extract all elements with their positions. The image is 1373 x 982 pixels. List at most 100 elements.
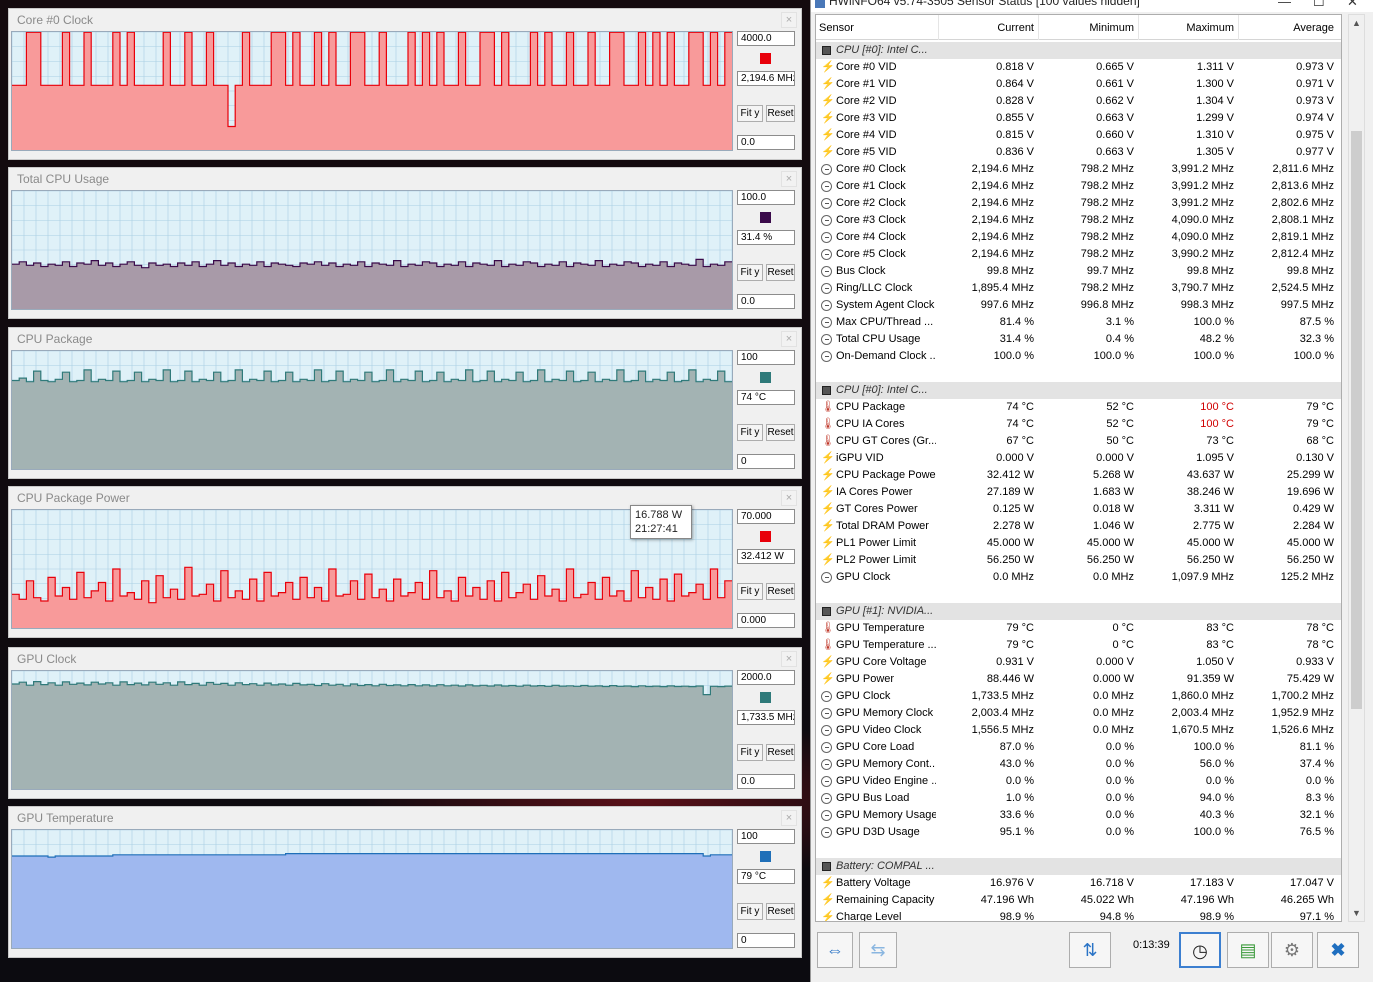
graph-window[interactable]: Total CPU Usage × 100.0 31.4 % Fit y Reset 0.0	[8, 167, 802, 319]
table-row[interactable]: Ring/LLC Clock 1,895.4 MHz 798.2 MHz 3,790.…	[816, 280, 1341, 297]
vertical-scrollbar[interactable]: ▲ ▼	[1348, 14, 1365, 922]
sensor-group-header[interactable]: CPU [#0]: Intel C...	[816, 382, 1341, 399]
graph-max-input[interactable]: 4000.0	[737, 31, 795, 46]
graph-max-input[interactable]: 2000.0	[737, 670, 795, 685]
graph-close-icon[interactable]: ×	[781, 810, 797, 826]
series-color-swatch[interactable]	[760, 372, 771, 383]
graph-min-input[interactable]: 0.0	[737, 294, 795, 309]
series-color-swatch[interactable]	[760, 531, 771, 542]
table-row[interactable]: ⚡ Charge Level 98.9 % 94.8 % 98.9 % 97.1 %	[816, 909, 1341, 921]
series-color-swatch[interactable]	[760, 53, 771, 64]
table-row[interactable]: System Agent Clock 997.6 MHz 996.8 MHz 998.…	[816, 297, 1341, 314]
expand-columns-button[interactable]: ⇔	[817, 932, 853, 968]
table-row[interactable]: Max CPU/Thread ... 81.4 % 3.1 % 100.0 % 87.5…	[816, 314, 1341, 331]
table-row[interactable]: ⚡ Core #4 VID 0.815 V 0.660 V 1.310 V 0.975 V	[816, 127, 1341, 144]
fit-y-button[interactable]: Fit y	[737, 583, 763, 600]
table-row[interactable]: GPU Bus Load 1.0 % 0.0 % 94.0 % 8.3 %	[816, 790, 1341, 807]
table-row[interactable]: Core #1 Clock 2,194.6 MHz 798.2 MHz 3,991.2…	[816, 178, 1341, 195]
table-row[interactable]: 🌡 CPU Package 74 °C 52 °C 100 °C 79 °C	[816, 399, 1341, 416]
table-row[interactable]: Bus Clock 99.8 MHz 99.7 MHz 99.8 MHz 99.8 MH…	[816, 263, 1341, 280]
table-row[interactable]: GPU D3D Usage 95.1 % 0.0 % 100.0 % 76.5 %	[816, 824, 1341, 841]
scroll-down-icon[interactable]: ▼	[1349, 905, 1364, 921]
table-row[interactable]: Total CPU Usage 31.4 % 0.4 % 48.2 % 32.3 %	[816, 331, 1341, 348]
table-row[interactable]: 🌡 GPU Temperature ... 79 °C 0 °C 83 °C 78 °C	[816, 637, 1341, 654]
graph-max-input[interactable]: 100	[737, 829, 795, 844]
settings-button[interactable]: ⚙	[1271, 932, 1313, 968]
table-row[interactable]: ⚡ GT Cores Power 0.125 W 0.018 W 3.311 W 0.42…	[816, 501, 1341, 518]
fit-y-button[interactable]: Fit y	[737, 424, 763, 441]
sensor-group-header[interactable]: GPU [#1]: NVIDIA...	[816, 603, 1341, 620]
reset-button[interactable]: Reset	[766, 264, 795, 281]
table-row[interactable]: 🌡 GPU Temperature 79 °C 0 °C 83 °C 78 °C	[816, 620, 1341, 637]
graph-close-icon[interactable]: ×	[781, 331, 797, 347]
graph-window[interactable]: Core #0 Clock × 4000.0 2,194.6 MHz Fit y Rese…	[8, 8, 802, 160]
table-row[interactable]: 🌡 CPU GT Cores (Gr... 67 °C 50 °C 73 °C 68 °C	[816, 433, 1341, 450]
table-row[interactable]: ⚡ Total DRAM Power 2.278 W 1.046 W 2.775 W 2.…	[816, 518, 1341, 535]
table-row[interactable]: Core #0 Clock 2,194.6 MHz 798.2 MHz 3,991.2…	[816, 161, 1341, 178]
table-row[interactable]: GPU Clock 1,733.5 MHz 0.0 MHz 1,860.0 MHz 1,…	[816, 688, 1341, 705]
series-color-swatch[interactable]	[760, 212, 771, 223]
table-row[interactable]: ⚡ Core #3 VID 0.855 V 0.663 V 1.299 V 0.974 V	[816, 110, 1341, 127]
table-row[interactable]: GPU Memory Clock 2,003.4 MHz 0.0 MHz 2,003.…	[816, 705, 1341, 722]
graph-min-input[interactable]: 0	[737, 933, 795, 948]
table-row[interactable]: ⚡ IA Cores Power 27.189 W 1.683 W 38.246 W 19…	[816, 484, 1341, 501]
table-row[interactable]: Core #4 Clock 2,194.6 MHz 798.2 MHz 4,090.0…	[816, 229, 1341, 246]
col-minimum[interactable]: Minimum	[1038, 22, 1134, 34]
reset-button[interactable]: Reset	[766, 583, 795, 600]
graph-close-icon[interactable]: ×	[781, 171, 797, 187]
sensor-group-header[interactable]: Battery: COMPAL ...	[816, 858, 1341, 875]
graph-min-input[interactable]: 0	[737, 454, 795, 469]
reset-button[interactable]: Reset	[766, 424, 795, 441]
table-row[interactable]: GPU Video Engine ... 0.0 % 0.0 % 0.0 % 0.0 %	[816, 773, 1341, 790]
col-current[interactable]: Current	[938, 22, 1034, 34]
close-button[interactable]: ✕	[1347, 0, 1358, 10]
table-row[interactable]: ⚡ Core #2 VID 0.828 V 0.662 V 1.304 V 0.973 V	[816, 93, 1341, 110]
table-row[interactable]: On-Demand Clock ... 100.0 % 100.0 % 100.0 %…	[816, 348, 1341, 365]
graph-window[interactable]: CPU Package × 100 74 °C Fit y Reset 0	[8, 327, 802, 479]
table-row[interactable]: ⚡ GPU Core Voltage 0.931 V 0.000 V 1.050 V 0.…	[816, 654, 1341, 671]
collapse-columns-button[interactable]: ⇆	[859, 932, 897, 968]
table-row[interactable]: ⚡ Core #5 VID 0.836 V 0.663 V 1.305 V 0.977 V	[816, 144, 1341, 161]
graph-close-icon[interactable]: ×	[781, 651, 797, 667]
graph-max-input[interactable]: 100.0	[737, 190, 795, 205]
exit-button[interactable]: ✖	[1317, 932, 1359, 968]
col-sensor[interactable]: Sensor	[819, 22, 854, 34]
table-row[interactable]: GPU Core Load 87.0 % 0.0 % 100.0 % 81.1 %	[816, 739, 1341, 756]
table-row[interactable]: ⚡ Battery Voltage 16.976 V 16.718 V 17.183 V…	[816, 875, 1341, 892]
table-row[interactable]: ⚡ PL2 Power Limit 56.250 W 56.250 W 56.250 W…	[816, 552, 1341, 569]
table-row[interactable]: Core #5 Clock 2,194.6 MHz 798.2 MHz 3,990.2…	[816, 246, 1341, 263]
table-row[interactable]: GPU Video Clock 1,556.5 MHz 0.0 MHz 1,670.5…	[816, 722, 1341, 739]
table-row[interactable]: ⚡ Remaining Capacity 47.196 Wh 45.022 Wh 47.…	[816, 892, 1341, 909]
table-row[interactable]: GPU Memory Cont... 43.0 % 0.0 % 56.0 % 37.4 …	[816, 756, 1341, 773]
fit-y-button[interactable]: Fit y	[737, 105, 763, 122]
scroll-up-icon[interactable]: ▲	[1349, 15, 1364, 31]
table-row[interactable]: Core #3 Clock 2,194.6 MHz 798.2 MHz 4,090.0…	[816, 212, 1341, 229]
scroll-thumb[interactable]	[1351, 131, 1362, 709]
reset-button[interactable]: Reset	[766, 903, 795, 920]
series-color-swatch[interactable]	[760, 692, 771, 703]
table-row[interactable]: ⚡ iGPU VID 0.000 V 0.000 V 1.095 V 0.130 V	[816, 450, 1341, 467]
graph-min-input[interactable]: 0.000	[737, 613, 795, 628]
graph-max-input[interactable]: 100	[737, 350, 795, 365]
table-row[interactable]: ⚡ PL1 Power Limit 45.000 W 45.000 W 45.000 W…	[816, 535, 1341, 552]
network-button[interactable]: ⇅	[1069, 932, 1111, 968]
fit-y-button[interactable]: Fit y	[737, 744, 763, 761]
table-row[interactable]: ⚡ GPU Power 88.446 W 0.000 W 91.359 W 75.429 …	[816, 671, 1341, 688]
fit-y-button[interactable]: Fit y	[737, 264, 763, 281]
minimize-button[interactable]: —	[1278, 0, 1291, 9]
graph-close-icon[interactable]: ×	[781, 490, 797, 506]
graph-window[interactable]: GPU Clock × 2000.0 1,733.5 MHz Fit y Reset 0.0	[8, 647, 802, 799]
clock-button[interactable]: ◷	[1179, 932, 1221, 968]
reset-button[interactable]: Reset	[766, 105, 795, 122]
graph-max-input[interactable]: 70.000	[737, 509, 795, 524]
fit-y-button[interactable]: Fit y	[737, 903, 763, 920]
graph-min-input[interactable]: 0.0	[737, 774, 795, 789]
table-row[interactable]: ⚡ Core #1 VID 0.864 V 0.661 V 1.300 V 0.971 V	[816, 76, 1341, 93]
table-row[interactable]: 🌡 CPU IA Cores 74 °C 52 °C 100 °C 79 °C	[816, 416, 1341, 433]
graph-min-input[interactable]: 0.0	[737, 135, 795, 150]
table-row[interactable]: ⚡ Core #0 VID 0.818 V 0.665 V 1.311 V 0.973 V	[816, 59, 1341, 76]
series-color-swatch[interactable]	[760, 851, 771, 862]
table-row[interactable]: ⚡ CPU Package Power 32.412 W 5.268 W 43.637 …	[816, 467, 1341, 484]
table-row[interactable]: GPU Clock 0.0 MHz 0.0 MHz 1,097.9 MHz 125.2 …	[816, 569, 1341, 586]
graph-window[interactable]: GPU Temperature × 100 79 °C Fit y Reset 0	[8, 806, 802, 958]
